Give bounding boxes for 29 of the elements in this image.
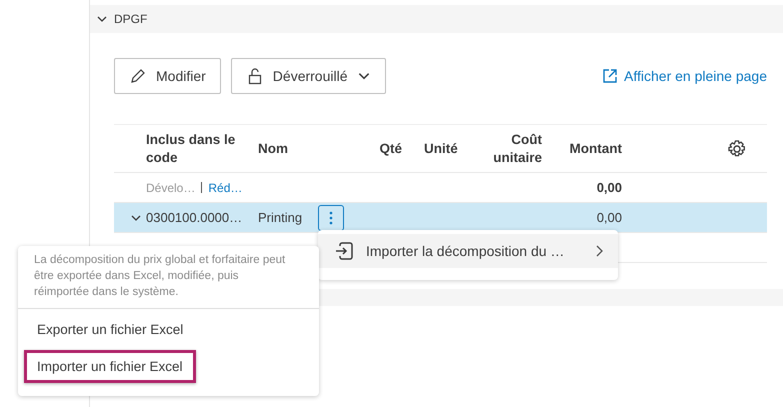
code-cell-text: 0300100.0000… (146, 210, 244, 225)
column-header: Qté (378, 140, 402, 158)
edit-button[interactable]: Modifier (114, 58, 221, 94)
menu-item[interactable]: Exporter un fichier Excel (24, 313, 196, 346)
lock-dropdown[interactable]: Déverrouillé (230, 58, 386, 94)
more-button[interactable] (318, 204, 344, 230)
amount-cell-text: 0,00 (596, 180, 622, 195)
collapse-all-link[interactable]: Réd… (208, 180, 242, 194)
menu-item[interactable]: Importer un fichier Excel (24, 350, 196, 383)
column-header: Montant (568, 140, 622, 158)
column-header: Nom (258, 140, 289, 158)
external-link-icon (602, 68, 618, 84)
pencil-icon (129, 67, 147, 85)
column-header: Coût unitaire (492, 130, 542, 166)
chevron-right-icon (594, 244, 604, 258)
section-header[interactable]: DPGF (90, 5, 783, 33)
more-icon (329, 210, 333, 224)
menu-item-label: Importer la décomposition du … (366, 243, 566, 259)
column-header: Inclus dans le code (146, 130, 236, 166)
settings-icon[interactable] (727, 138, 747, 158)
column-header: Unité (423, 140, 459, 158)
open-full-page-link[interactable]: Afficher en pleine page (602, 68, 767, 84)
table-row[interactable]: 0300100.0000… Printing 0,00 (114, 203, 767, 233)
menu-item[interactable]: Importer la décomposition du … (318, 234, 618, 268)
section-title: DPGF (114, 12, 148, 26)
import-icon (334, 241, 354, 261)
name-cell-text: Printing (258, 210, 304, 225)
menu-description: La décomposition du prix global et forfaitaire peut être exportée dans Excel, modifiée, puis réimportée dans le système. (33, 253, 286, 300)
amount-cell-text: 0,00 (596, 210, 622, 225)
